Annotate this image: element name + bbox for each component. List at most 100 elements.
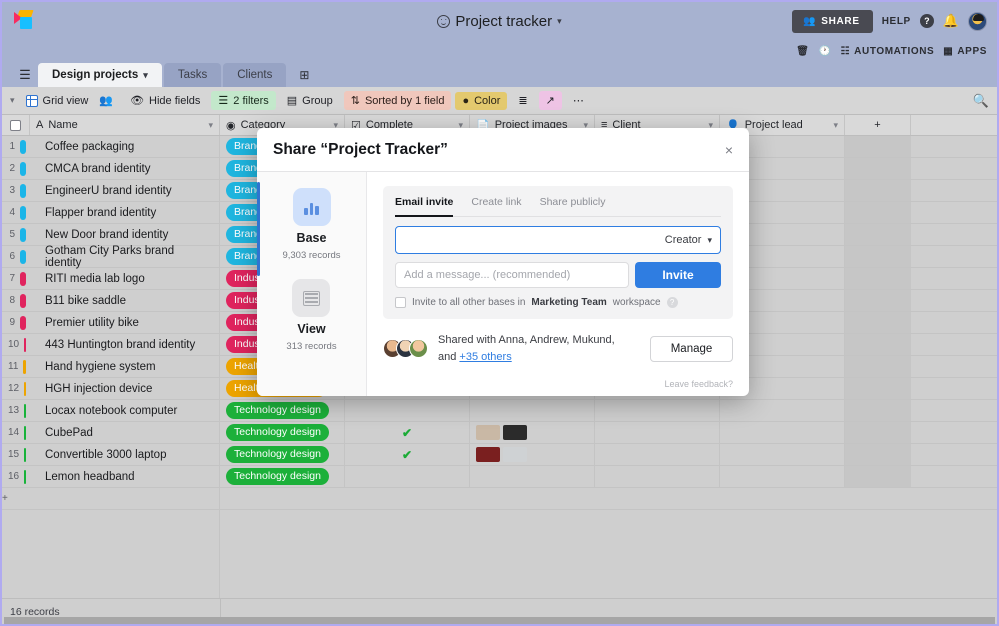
cell-name[interactable]: Hand hygiene system (30, 356, 220, 377)
cell-complete[interactable] (345, 400, 470, 421)
cell-name[interactable]: CMCA brand identity (30, 158, 220, 179)
role-selector[interactable]: Creator ▾ (665, 234, 712, 246)
sidebar-item-view[interactable]: View 313 records (286, 279, 337, 352)
cell-name[interactable]: RITI media lab logo (30, 268, 220, 289)
help-label[interactable]: HELP (882, 16, 911, 27)
chevron-down-icon[interactable]: ▾ (143, 70, 148, 81)
column-header-name[interactable]: A Name ▾ (30, 115, 220, 135)
collaborators-icon[interactable]: 👥 (99, 94, 113, 107)
select-all-checkbox[interactable] (2, 115, 30, 135)
hide-fields-button[interactable]: 👁 Hide fields (123, 91, 207, 110)
cell-project-lead[interactable] (720, 444, 845, 465)
cell-project-images[interactable] (470, 422, 595, 443)
group-button[interactable]: ▤ Group (280, 91, 340, 110)
row-height-button[interactable]: ≣ (511, 91, 534, 110)
cell-project-images[interactable] (470, 400, 595, 421)
cell-name[interactable]: Gotham City Parks brand identity (30, 245, 220, 269)
search-icon[interactable]: 🔍 (973, 93, 989, 109)
chevron-down-icon[interactable]: ▾ (557, 16, 562, 27)
tab-design-projects[interactable]: Design projects ▾ (38, 63, 162, 87)
view-selector[interactable]: Grid view (19, 92, 96, 110)
tab-share-publicly[interactable]: Share publicly (540, 196, 606, 211)
cell-name[interactable]: Flapper brand identity (30, 202, 220, 223)
cell-client[interactable] (595, 400, 720, 421)
manage-button[interactable]: Manage (650, 335, 733, 362)
cell-project-lead[interactable] (720, 466, 845, 487)
share-view-button[interactable]: ↗ (538, 91, 562, 110)
attachment-thumbnail[interactable] (476, 447, 500, 462)
base-title-text[interactable]: Project tracker (455, 13, 552, 30)
cell-name[interactable]: HGH injection device (30, 378, 220, 399)
help-question-icon[interactable]: ? (666, 297, 678, 308)
apps-button[interactable]: ▦ APPS (943, 46, 987, 57)
cell-category[interactable]: Technology design (220, 444, 345, 465)
message-input[interactable]: Add a message... (recommended) (395, 262, 629, 288)
notifications-bell-icon[interactable]: 🔔 (943, 13, 959, 29)
cell-complete[interactable]: ✔ (345, 422, 470, 443)
cell-name[interactable]: New Door brand identity (30, 224, 220, 245)
table-row[interactable]: 14 CubePad Technology design ✔ (2, 422, 997, 444)
attachment-thumbnail[interactable] (503, 425, 527, 440)
color-button[interactable]: ● Color (455, 91, 508, 110)
cell-category[interactable]: Technology design (220, 400, 345, 421)
attachment-thumbnail[interactable] (476, 425, 500, 440)
email-field[interactable]: Creator ▾ (395, 226, 721, 254)
cell-client[interactable] (595, 422, 720, 443)
row-number: 4 (2, 202, 30, 223)
tab-tasks[interactable]: Tasks (163, 63, 222, 87)
add-record-row[interactable]: + (2, 488, 997, 510)
cell-name[interactable]: Convertible 3000 laptop (30, 444, 220, 465)
table-row[interactable]: 15 Convertible 3000 laptop Technology desi… (2, 444, 997, 466)
more-options-button[interactable]: ⋯ (566, 91, 591, 110)
cell-name[interactable]: EngineerU brand identity (30, 180, 220, 201)
cell-name[interactable]: Coffee packaging (30, 136, 220, 157)
cell-project-lead[interactable] (720, 400, 845, 421)
cell-category[interactable]: Technology design (220, 422, 345, 443)
chevron-down-icon[interactable]: ▾ (833, 120, 838, 131)
share-button[interactable]: 👥 SHARE (792, 9, 873, 33)
cell-name[interactable]: Lemon headband (30, 466, 220, 487)
invite-button[interactable]: Invite (635, 262, 721, 288)
user-avatar[interactable] (968, 11, 987, 31)
sidebar-toggle-icon[interactable]: ☰ (12, 63, 38, 87)
collaborator-avatars[interactable] (383, 339, 428, 358)
cell-category[interactable]: Technology design (220, 466, 345, 487)
cell-project-images[interactable] (470, 466, 595, 487)
cell-project-images[interactable] (470, 444, 595, 465)
cell-client[interactable] (595, 444, 720, 465)
cell-complete[interactable] (345, 466, 470, 487)
help-question-icon[interactable]: ? (919, 14, 934, 28)
add-field-button[interactable]: + (845, 115, 911, 135)
cell-name[interactable]: Premier utility bike (30, 312, 220, 333)
cell-name[interactable]: 443 Huntington brand identity (30, 334, 220, 355)
cell-client[interactable] (595, 466, 720, 487)
cell-project-lead[interactable] (720, 422, 845, 443)
attachment-thumbnail[interactable] (503, 447, 527, 462)
cell-name[interactable]: B11 bike saddle (30, 290, 220, 311)
cell-name[interactable]: CubePad (30, 422, 220, 443)
close-icon[interactable]: × (725, 142, 733, 158)
add-table-button[interactable]: ⊞ (294, 65, 314, 85)
more-collaborators-link[interactable]: +35 others (459, 351, 511, 363)
trash-icon[interactable]: 🗑 (796, 46, 809, 57)
share-person-icon: 👥 (803, 15, 817, 27)
table-row[interactable]: 16 Lemon headband Technology design (2, 466, 997, 488)
tab-clients[interactable]: Clients (223, 63, 287, 87)
invite-all-bases-row[interactable]: Invite to all other bases in Marketing T… (395, 297, 721, 308)
horizontal-scrollbar[interactable] (4, 617, 995, 624)
sort-button[interactable]: ⇅ Sorted by 1 field (343, 91, 452, 110)
chevron-down-icon[interactable]: ▾ (208, 120, 213, 131)
table-row[interactable]: 13 Locax notebook computer Technology desi… (2, 400, 997, 422)
cell-complete[interactable]: ✔ (345, 444, 470, 465)
tab-email-invite[interactable]: Email invite (395, 196, 454, 217)
view-sidebar-toggle-icon[interactable]: ▾ (10, 95, 15, 106)
sidebar-item-base[interactable]: Base 9,303 records (282, 188, 341, 261)
airtable-logo-icon[interactable] (14, 10, 40, 32)
leave-feedback-link[interactable]: Leave feedback? (383, 379, 733, 396)
invite-all-bases-checkbox[interactable] (395, 297, 406, 308)
history-icon[interactable]: 🕐 (819, 46, 832, 57)
automations-button[interactable]: ☷ AUTOMATIONS (841, 46, 935, 57)
tab-create-link[interactable]: Create link (471, 196, 521, 211)
cell-name[interactable]: Locax notebook computer (30, 400, 220, 421)
filters-button[interactable]: ☰ 2 filters (211, 91, 276, 110)
